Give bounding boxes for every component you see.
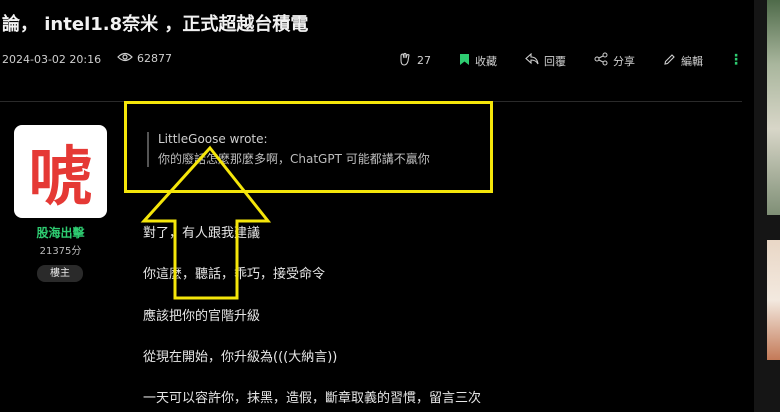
more-icon[interactable]: ⋮ — [729, 52, 743, 68]
content-line: 一天可以容許你，抹黑，造假，斷章取義的習慣，留言三次 — [143, 391, 482, 406]
avatar[interactable]: 唬 — [14, 125, 107, 218]
sidebar-ad-image[interactable] — [767, 0, 780, 215]
reply-icon — [525, 52, 539, 68]
author-points: 21375分 — [39, 246, 82, 257]
post-actions: 27 收藏 回覆 分享 編輯 — [398, 52, 731, 69]
sidebar-ad-image-2[interactable] — [767, 240, 780, 360]
like-button[interactable]: 27 — [398, 52, 431, 69]
reply-button[interactable]: 回覆 — [525, 52, 566, 69]
author-name[interactable]: 股海出擊 — [14, 224, 107, 241]
post-title: 論， intel1.8奈米 ，正式超越台積電 — [2, 14, 309, 35]
eye-icon — [117, 52, 133, 65]
avatar-glyph: 唬 — [28, 139, 93, 215]
reply-label: 回覆 — [544, 54, 566, 68]
clap-icon — [398, 52, 412, 69]
share-button[interactable]: 分享 — [594, 52, 635, 69]
edit-button[interactable]: 編輯 — [663, 53, 703, 69]
view-count-value: 62877 — [137, 52, 172, 65]
post-date: 2024-03-02 20:16 — [2, 53, 102, 66]
bookmark-label: 收藏 — [475, 54, 497, 68]
highlight-arrow — [140, 145, 272, 300]
edit-label: 編輯 — [681, 54, 703, 68]
content-line: 應該把你的官階升級 — [143, 309, 261, 324]
like-count: 27 — [417, 54, 431, 67]
view-count: 62877 — [117, 52, 172, 65]
bookmark-button[interactable]: 收藏 — [459, 53, 497, 69]
share-label: 分享 — [613, 54, 635, 68]
bookmark-icon — [459, 53, 470, 69]
content-line: 從現在開始，你升級為(((大納言)) — [143, 350, 338, 365]
share-icon — [594, 52, 608, 69]
pencil-icon — [663, 53, 676, 69]
op-badge: 樓主 — [37, 265, 83, 282]
